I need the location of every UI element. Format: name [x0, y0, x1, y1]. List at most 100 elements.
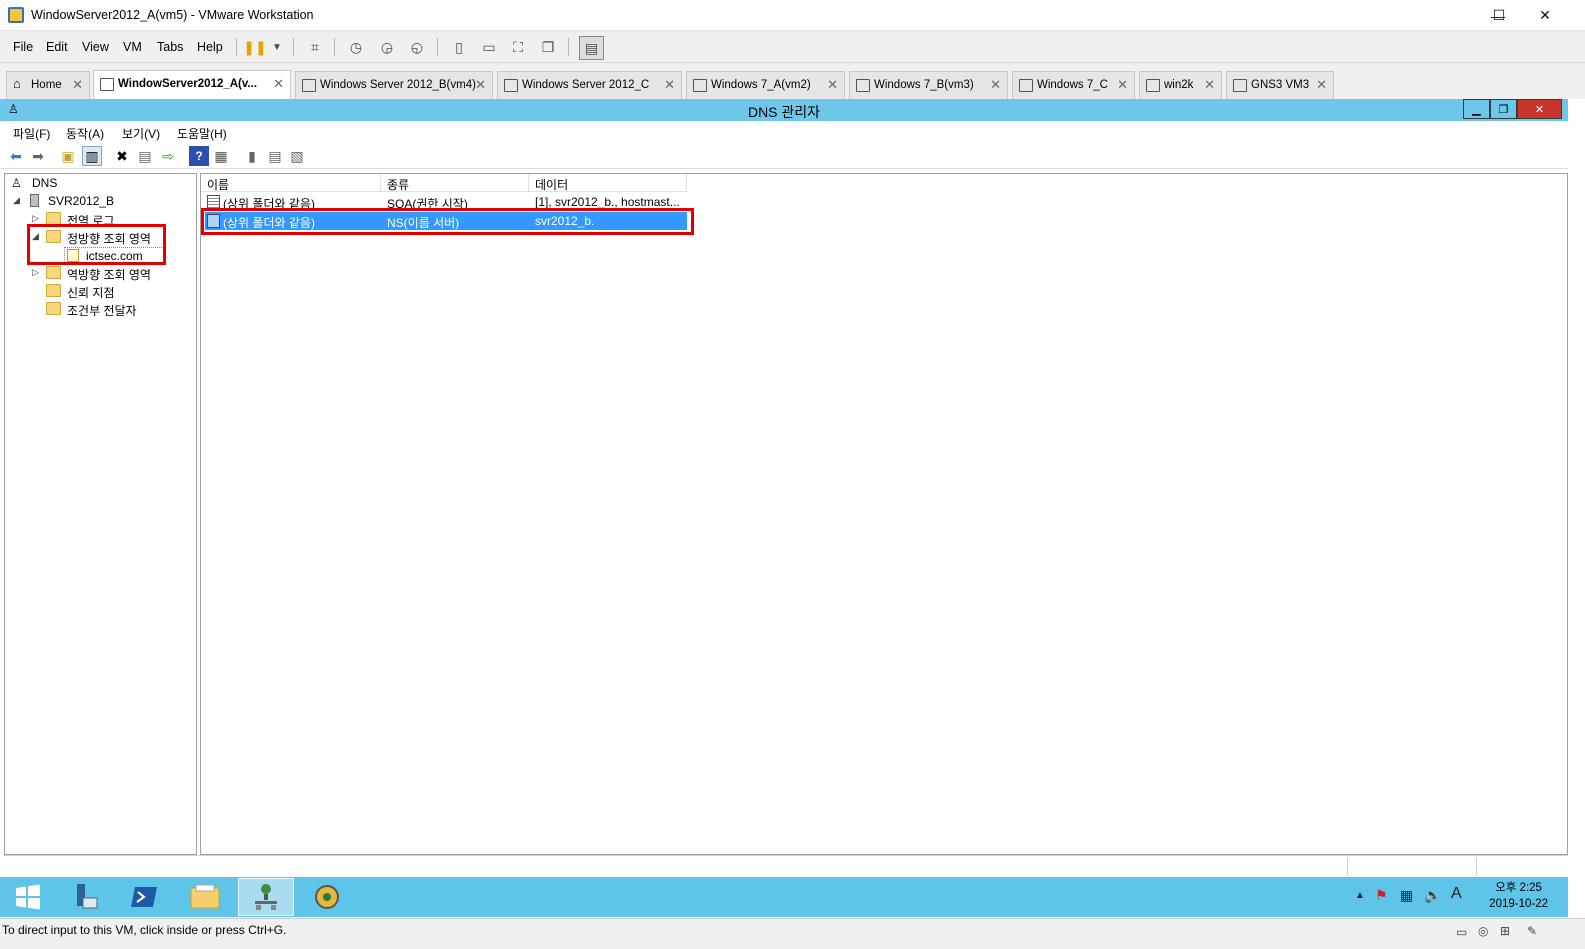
snapshot-manager-icon[interactable]: ◵	[406, 36, 428, 58]
volume-muted-icon[interactable]: 🔈	[1424, 887, 1441, 904]
ime-indicator[interactable]: A	[1451, 885, 1462, 903]
server-manager-icon	[77, 884, 98, 909]
windows-logo-icon	[16, 884, 40, 910]
back-arrow-icon[interactable]: ⬅	[6, 146, 26, 166]
column-header-data[interactable]: 데이터	[529, 174, 687, 192]
tree-item-trust-points[interactable]: 신뢰 지점	[32, 283, 192, 300]
tab-label: Home	[31, 79, 62, 91]
help-icon[interactable]: ?	[189, 146, 209, 166]
column-header-type[interactable]: 종류	[381, 174, 529, 192]
menu-file[interactable]: File	[13, 40, 33, 54]
action-pane-icon[interactable]: ▦	[211, 146, 231, 166]
mmc-status-bar	[4, 855, 1568, 877]
tree-label: DNS	[32, 176, 58, 190]
thumbnail-bar-icon[interactable]: ▭	[478, 36, 500, 58]
dns-manager-taskbar-button[interactable]	[238, 878, 294, 916]
vm-icon	[1146, 79, 1160, 92]
close-icon[interactable]: ✕	[1204, 77, 1215, 93]
menu-tabs[interactable]: Tabs	[157, 40, 183, 54]
tree-pane[interactable]: ♙ DNS ◢ SVR2012_B ▷ 전역 로그 ◢ 정방향 조회 영역 ic…	[4, 173, 197, 855]
tree-item-server[interactable]: ◢ SVR2012_B	[13, 193, 193, 210]
menu-vm[interactable]: VM	[123, 40, 142, 54]
mmc-menu-file[interactable]: 파일(F)	[13, 125, 50, 142]
mmc-menu-view[interactable]: 보기(V)	[122, 125, 160, 142]
collapse-arrow-icon[interactable]: ◢	[13, 195, 23, 206]
snapshot-icon[interactable]: ◷	[345, 36, 367, 58]
tree-label: 역방향 조회 영역	[67, 268, 151, 282]
tab-windows-7-c[interactable]: Windows 7_C ✕	[1012, 71, 1135, 99]
tab-windows-server-2012-b[interactable]: Windows Server 2012_B(vm4) ✕	[295, 71, 493, 99]
tab-gns3-vm3[interactable]: GNS3 VM3 ✕	[1226, 71, 1334, 99]
tab-windows-7-b[interactable]: Windows 7_B(vm3) ✕	[849, 71, 1008, 99]
file-explorer-button[interactable]	[177, 878, 233, 916]
mmc-menu-action[interactable]: 동작(A)	[66, 125, 104, 142]
server-icon[interactable]: ▮	[242, 146, 262, 166]
close-icon[interactable]: ✕	[273, 76, 284, 92]
tab-windows-7-a[interactable]: Windows 7_A(vm2) ✕	[686, 71, 845, 99]
list-icon[interactable]: ▤	[265, 146, 285, 166]
properties-icon[interactable]: ▤	[135, 146, 155, 166]
close-icon[interactable]: ✕	[827, 77, 838, 93]
show-hidden-icons-icon[interactable]: ▲	[1355, 890, 1365, 901]
network-adapter-icon[interactable]: ⊞	[1500, 924, 1510, 938]
folder-icon	[46, 266, 61, 279]
tab-label: WindowServer2012_A(v...	[118, 78, 258, 90]
action-center-icon[interactable]: ⚑	[1375, 887, 1388, 904]
mmc-close-button[interactable]: ✕	[1517, 99, 1562, 119]
guest-screen[interactable]: ♙ DNS 관리자 ▁ ❐ ✕ 파일(F) 동작(A) 보기(V) 도움말(H)…	[0, 99, 1585, 918]
network-icon[interactable]: ▦	[1400, 887, 1413, 904]
library-icon[interactable]: ▯	[448, 36, 470, 58]
export-list-icon[interactable]: ⇨	[158, 146, 178, 166]
close-icon[interactable]: ✕	[1117, 77, 1128, 93]
tree-item-reverse-zones[interactable]: ▷ 역방향 조회 영역	[32, 265, 192, 282]
revert-snapshot-icon[interactable]: ◶	[376, 36, 398, 58]
mmc-restore-button[interactable]: ❐	[1490, 99, 1517, 119]
full-screen-icon[interactable]: ⛶	[507, 36, 529, 58]
mmc-menu-help[interactable]: 도움말(H)	[177, 125, 227, 142]
expand-arrow-icon[interactable]: ▷	[32, 267, 42, 278]
show-hide-tree-icon[interactable]: ▥	[82, 146, 102, 166]
toolbar-separator	[334, 38, 335, 56]
hard-disk-icon[interactable]: ▭	[1456, 925, 1467, 939]
message-log-icon[interactable]: ✎	[1527, 924, 1537, 938]
tree-item-dns[interactable]: ♙ DNS	[9, 175, 189, 192]
expand-arrow-icon[interactable]: ▷	[32, 213, 42, 224]
pause-icon[interactable]: ❚❚	[243, 36, 266, 58]
vmware-menubar: File Edit View VM Tabs Help ❚❚ ▼ ⌗ ◷ ◶ ◵…	[0, 31, 1585, 63]
highlight-box	[201, 208, 694, 235]
up-folder-icon[interactable]: ▣	[58, 146, 78, 166]
app-taskbar-button[interactable]	[299, 878, 355, 916]
close-icon[interactable]: ✕	[1316, 77, 1327, 93]
server-manager-button[interactable]	[56, 878, 112, 916]
records-icon[interactable]: ▧	[287, 146, 307, 166]
menu-help[interactable]: Help	[197, 40, 223, 54]
forward-arrow-icon[interactable]: ➡	[28, 146, 48, 166]
tab-windows-server-2012-c[interactable]: Windows Server 2012_C ✕	[497, 71, 682, 99]
menu-view[interactable]: View	[82, 40, 109, 54]
unity-icon[interactable]: ❐	[537, 36, 559, 58]
close-icon[interactable]: ✕	[664, 77, 675, 93]
close-icon[interactable]: ✕	[990, 77, 1001, 93]
delete-icon[interactable]: ✖	[112, 146, 132, 166]
close-button[interactable]: ✕	[1522, 0, 1568, 31]
chevron-down-icon[interactable]: ▼	[266, 36, 288, 58]
close-icon[interactable]: ✕	[72, 77, 83, 93]
mmc-minimize-button[interactable]: ▁	[1463, 99, 1490, 119]
tab-home[interactable]: ⌂ Home ✕	[6, 71, 90, 99]
records-list[interactable]: 이름 종류 데이터 (상위 폴더와 같음) SOA(권한 시작) [1], sv…	[200, 173, 1568, 855]
tab-windowserver2012-a[interactable]: WindowServer2012_A(v... ✕	[93, 70, 291, 99]
menu-edit[interactable]: Edit	[46, 40, 68, 54]
start-button[interactable]	[0, 878, 56, 916]
send-ctrl-alt-del-icon[interactable]: ⌗	[304, 36, 326, 58]
powershell-button[interactable]	[116, 878, 172, 916]
system-clock[interactable]: 오후 2:25 2019-10-22	[1489, 880, 1548, 912]
clock-date: 2019-10-22	[1489, 898, 1548, 910]
cd-drive-icon[interactable]: ◎	[1478, 924, 1488, 938]
maximize-button[interactable]: ☐	[1476, 0, 1522, 31]
status-message: To direct input to this VM, click inside…	[2, 923, 287, 937]
console-view-icon[interactable]: ▤	[579, 36, 604, 60]
tree-item-conditional-forwarders[interactable]: 조건부 전달자	[32, 301, 192, 318]
column-header-name[interactable]: 이름	[201, 174, 381, 192]
tab-win2k[interactable]: win2k ✕	[1139, 71, 1222, 99]
close-icon[interactable]: ✕	[475, 77, 486, 93]
